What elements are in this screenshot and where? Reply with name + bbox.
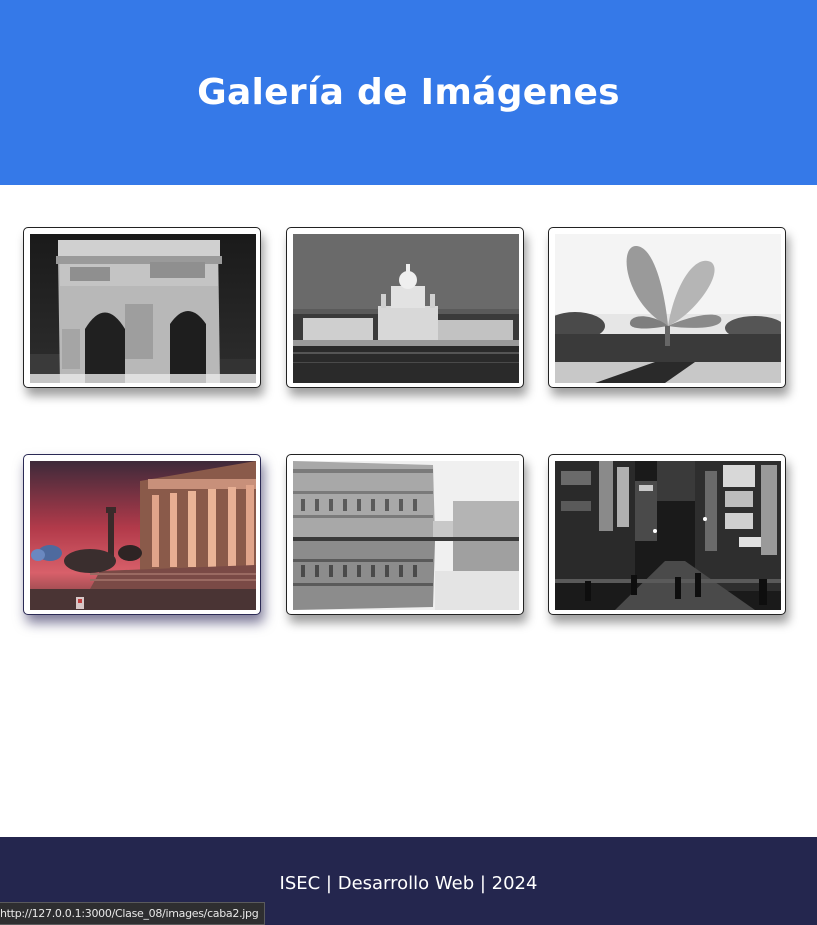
- page-title: Galería de Imágenes: [197, 72, 620, 113]
- gallery-image-night-street[interactable]: [555, 461, 781, 610]
- footer-text: ISEC | Desarrollo Web | 2024: [279, 872, 538, 894]
- gallery-image-flower-sculpture[interactable]: [555, 234, 781, 383]
- gallery-card-4[interactable]: [23, 454, 261, 615]
- gallery-image-arch[interactable]: [30, 234, 256, 383]
- image-gallery: [0, 185, 817, 837]
- gallery-card-2[interactable]: [286, 227, 524, 388]
- gallery-card-5[interactable]: [286, 454, 524, 615]
- page-header: Galería de Imágenes: [0, 0, 817, 185]
- gallery-image-columned-building[interactable]: [30, 461, 256, 610]
- gallery-image-skyline[interactable]: [293, 234, 519, 383]
- gallery-image-palace-reflection[interactable]: [293, 461, 519, 610]
- gallery-card-1[interactable]: [23, 227, 261, 388]
- gallery-card-3[interactable]: [548, 227, 786, 388]
- gallery-card-6[interactable]: [548, 454, 786, 615]
- browser-status-url: http://127.0.0.1:3000/Clase_08/images/ca…: [0, 902, 266, 925]
